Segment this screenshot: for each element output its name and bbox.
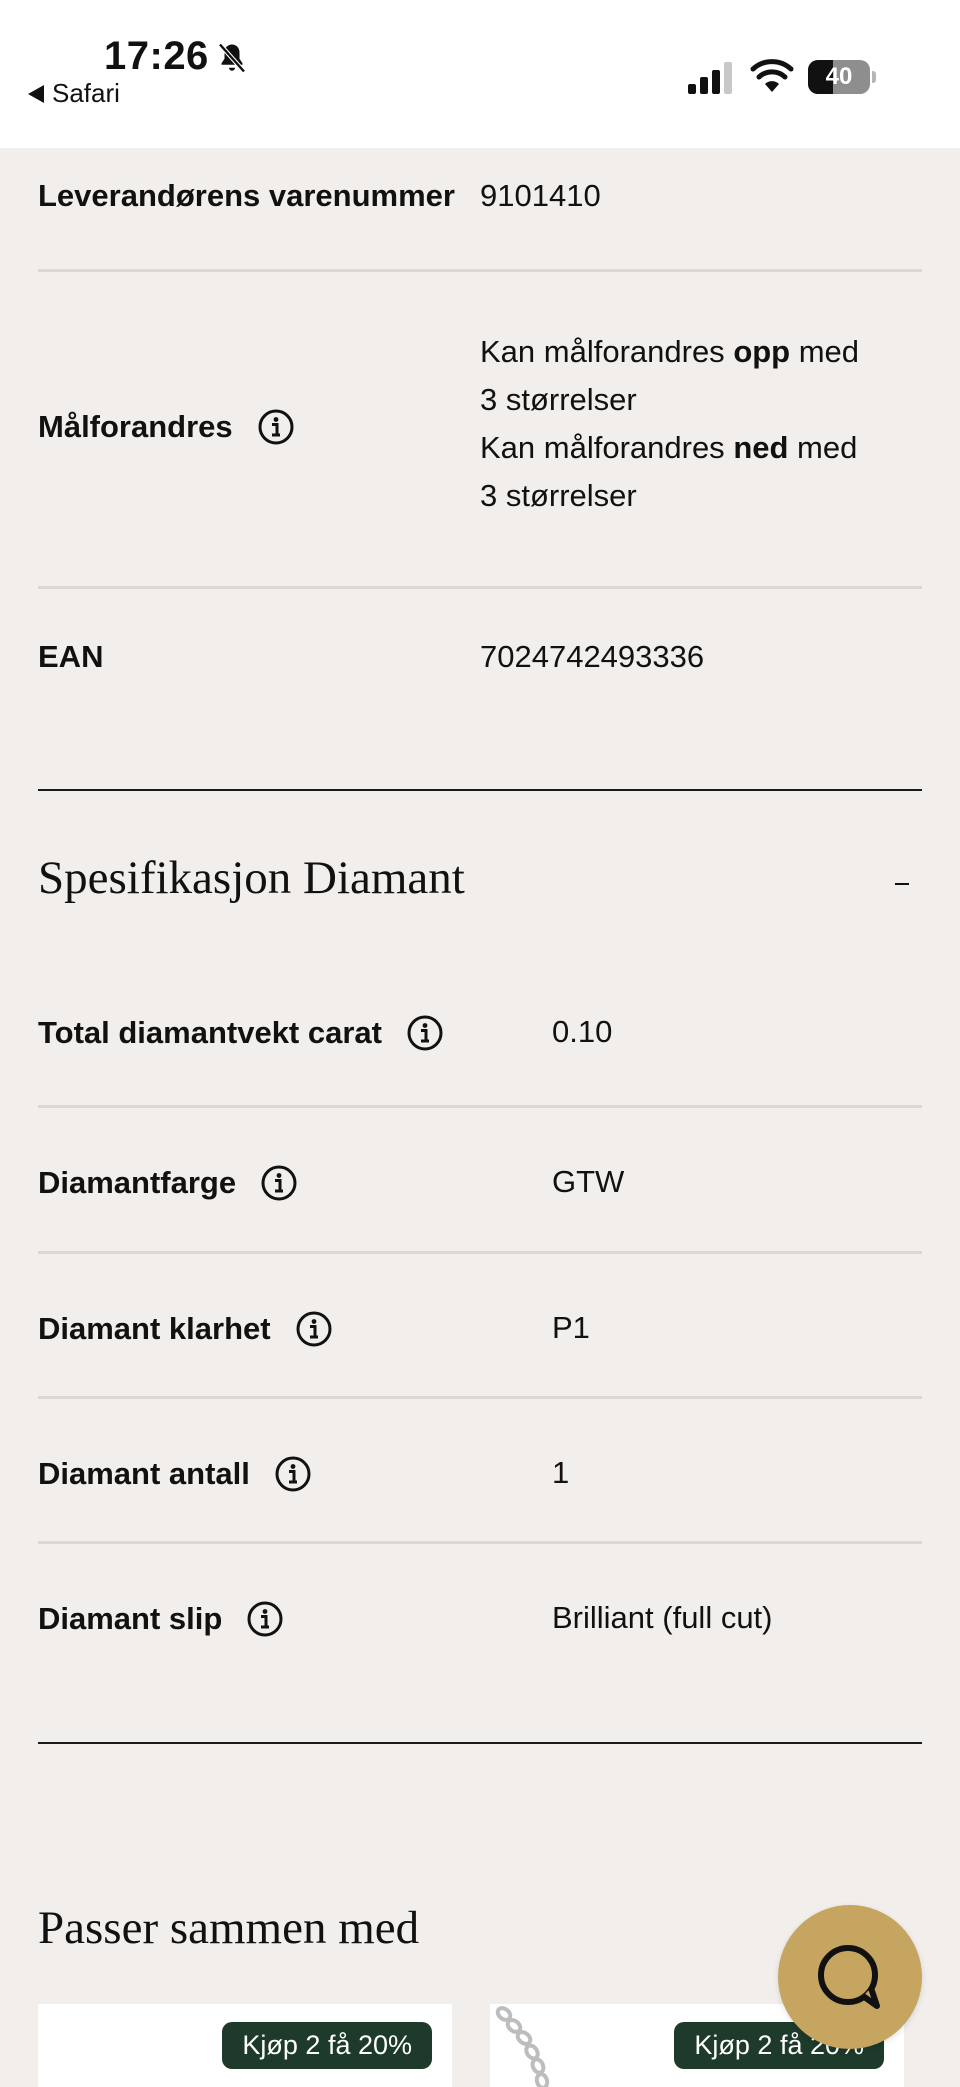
spec-value: P1 <box>552 1310 590 1345</box>
info-circle-icon[interactable] <box>246 1600 284 1638</box>
spec-value: 0.10 <box>552 1014 613 1049</box>
spec-row-color: Diamantfarge GTW <box>38 1108 922 1254</box>
back-arrow-icon <box>28 84 44 103</box>
section-divider <box>38 1742 922 1744</box>
cellular-signal-icon <box>688 62 732 94</box>
spec-label: Diamant slip <box>38 1601 223 1636</box>
battery-indicator: 40 <box>808 60 876 94</box>
minus-icon <box>895 883 909 885</box>
spec-row-resizable: Målforandres Kan målforandres opp med 3 … <box>38 272 922 589</box>
spec-row-supplier-number: Leverandørens varenummer 9101410 <box>38 148 922 272</box>
resize-up-line: Kan målforandres opp med <box>480 334 860 369</box>
back-to-safari[interactable]: Safari <box>28 78 120 109</box>
status-bar: 17:26 Safari 40 <box>0 0 960 148</box>
spec-label: Leverandørens varenummer <box>38 178 455 213</box>
section-divider <box>38 789 922 791</box>
info-circle-icon[interactable] <box>295 1310 333 1348</box>
chat-bubble-icon <box>818 1945 880 2009</box>
promo-badge: Kjøp 2 få 20% <box>222 2022 432 2069</box>
info-circle-icon[interactable] <box>274 1455 312 1493</box>
resize-info: Kan målforandres opp med 3 størrelser Ka… <box>480 328 859 520</box>
resize-up-sizes: 3 størrelser <box>480 382 637 417</box>
spec-row-clarity: Diamant klarhet P1 <box>38 1254 922 1399</box>
spec-row-cut: Diamant slip Brilliant (full cut) <box>38 1544 922 1744</box>
spec-label: Målforandres <box>38 409 233 444</box>
bell-slash-icon <box>218 43 246 73</box>
spec-value: GTW <box>552 1164 625 1199</box>
info-circle-icon[interactable] <box>257 408 295 446</box>
spec-value: 9101410 <box>480 178 601 213</box>
battery-level: 40 <box>825 63 853 90</box>
chat-button[interactable] <box>778 1905 922 2049</box>
spec-label: Diamant antall <box>38 1456 250 1491</box>
chain-image <box>495 2006 550 2087</box>
spec-label: EAN <box>38 639 104 674</box>
product-card[interactable]: Kjøp 2 få 20% <box>38 2004 452 2087</box>
spec-row-count: Diamant antall 1 <box>38 1399 922 1544</box>
wifi-icon <box>750 59 794 92</box>
spec-row-carat: Total diamantvekt carat 0.10 <box>38 958 922 1108</box>
resize-down-sizes: 3 størrelser <box>480 478 637 513</box>
spec-label: Diamantfarge <box>38 1165 237 1200</box>
spec-label: Diamant klarhet <box>38 1311 271 1346</box>
info-circle-icon[interactable] <box>260 1164 298 1202</box>
collapse-toggle-button[interactable] <box>882 864 922 904</box>
spec-label: Total diamantvekt carat <box>38 1015 382 1050</box>
spec-row-ean: EAN 7024742493336 <box>38 589 922 789</box>
resize-down-line: Kan målforandres ned med <box>480 430 858 465</box>
section-title-related: Passer sammen med <box>38 1902 420 1954</box>
back-app-label: Safari <box>52 78 120 108</box>
status-time: 17:26 <box>104 34 209 78</box>
spec-value: 1 <box>552 1455 570 1490</box>
spec-value: 7024742493336 <box>480 639 705 674</box>
info-circle-icon[interactable] <box>406 1014 444 1052</box>
section-title-diamond[interactable]: Spesifikasjon Diamant <box>38 851 465 905</box>
spec-value: Brilliant (full cut) <box>552 1600 773 1635</box>
